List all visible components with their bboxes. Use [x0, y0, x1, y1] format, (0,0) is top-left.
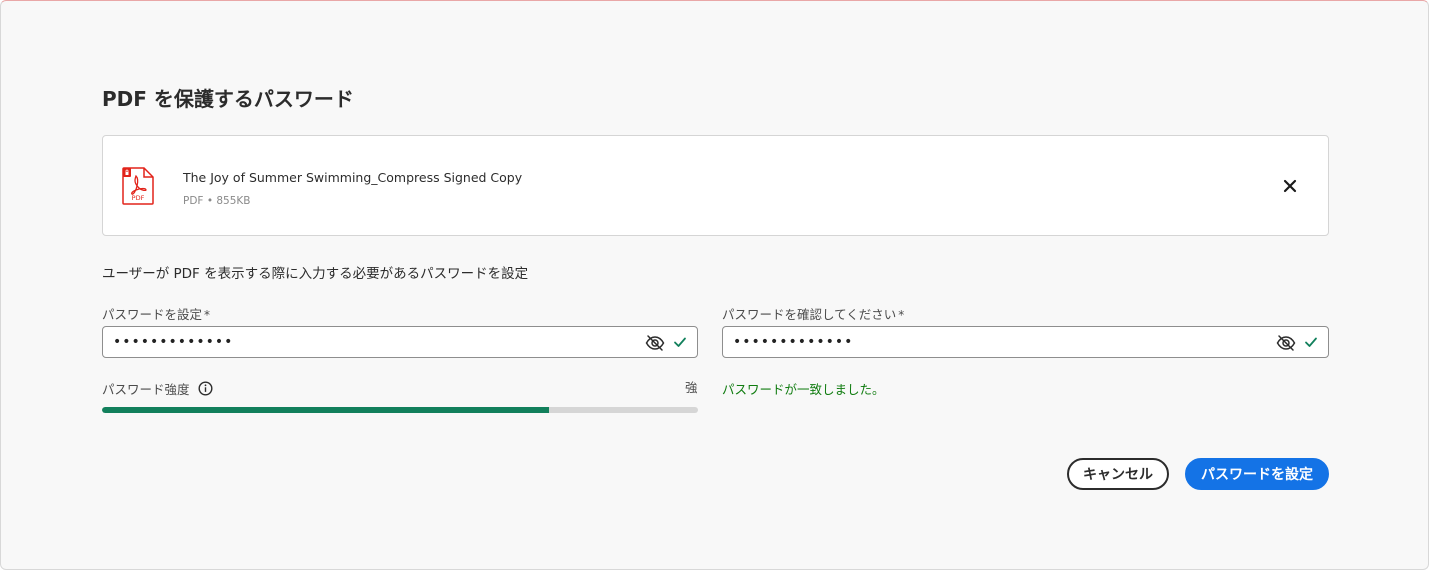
pdf-icon-label: PDF: [132, 194, 145, 202]
set-password-button[interactable]: パスワードを設定: [1185, 458, 1329, 490]
strength-meter: [102, 407, 698, 413]
close-icon: [1283, 179, 1297, 193]
password-input[interactable]: [113, 333, 627, 351]
confirm-label: パスワードを確認してください *: [722, 304, 904, 323]
dialog-title: PDF を保護するパスワード: [102, 87, 354, 111]
protect-pdf-dialog: PDF を保護するパスワード PDF The Joy of Summer Swi…: [0, 0, 1429, 570]
required-mark: *: [204, 308, 211, 322]
required-mark: *: [898, 308, 905, 322]
file-card: PDF The Joy of Summer Swimming_Compress …: [102, 135, 1329, 236]
password-field: [102, 326, 698, 358]
checkmark-icon: [674, 337, 686, 347]
eye-off-icon[interactable]: [1276, 333, 1296, 353]
password-label-text: パスワードを設定: [102, 307, 203, 322]
strength-meter-fill: [102, 407, 549, 413]
password-match-message: パスワードが一致しました。: [722, 382, 885, 397]
remove-file-button[interactable]: [1278, 174, 1302, 198]
password-label: パスワードを設定 *: [102, 304, 210, 323]
file-meta: PDF • 855KB: [183, 195, 251, 207]
file-type: PDF: [183, 195, 204, 207]
strength-label: パスワード強度: [102, 379, 213, 398]
pdf-file-icon: PDF: [122, 167, 154, 205]
cancel-button[interactable]: キャンセル: [1067, 458, 1169, 490]
confirm-password-field: [722, 326, 1329, 358]
file-size: 855KB: [216, 195, 251, 207]
checkmark-icon: [1305, 337, 1317, 347]
confirm-password-input[interactable]: [733, 333, 1258, 351]
strength-value: 強: [685, 380, 698, 395]
meta-separator: •: [206, 195, 214, 207]
instruction-text: ユーザーが PDF を表示する際に入力する必要があるパスワードを設定: [102, 266, 529, 282]
strength-label-text: パスワード強度: [102, 382, 190, 397]
eye-off-icon[interactable]: [645, 333, 665, 353]
file-name: The Joy of Summer Swimming_Compress Sign…: [183, 170, 523, 185]
confirm-label-text: パスワードを確認してください: [722, 307, 897, 322]
info-icon[interactable]: [198, 381, 213, 396]
